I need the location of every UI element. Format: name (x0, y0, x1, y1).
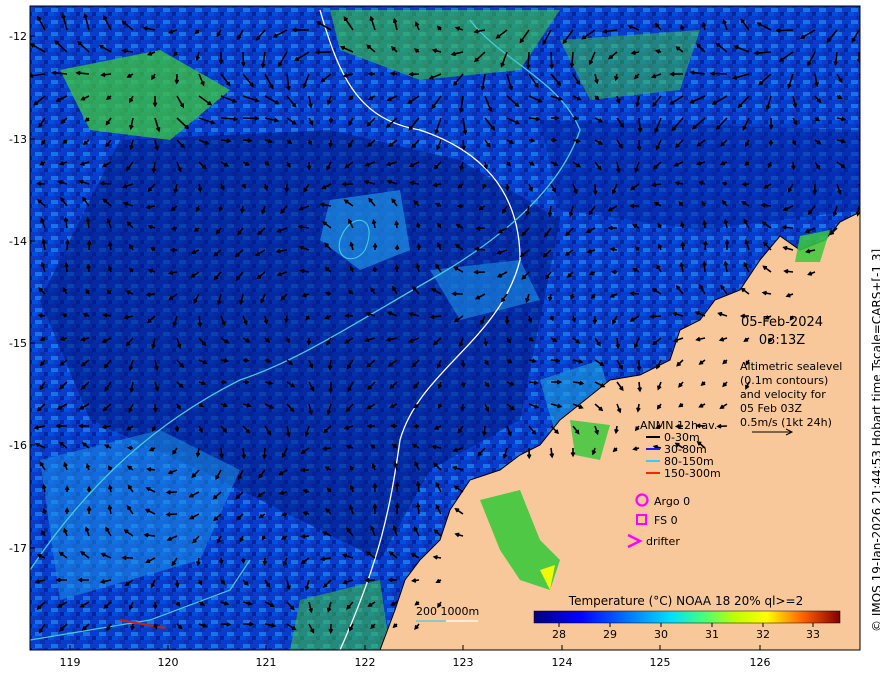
y-tick-label: -13 (9, 133, 27, 146)
velocity-arrow (85, 288, 90, 295)
colorbar-tick-label: 30 (654, 628, 668, 641)
velocity-arrow (173, 51, 178, 57)
fs-label: FS 0 (654, 514, 678, 527)
velocity-arrow (392, 623, 398, 629)
desc-line-4: 05 Feb 03Z (740, 402, 802, 415)
velocity-arrow (590, 293, 596, 300)
x-tick-label: 120 (158, 656, 179, 669)
colorbar-tick-label: 32 (756, 628, 770, 641)
map-time: 03:13Z (759, 333, 805, 348)
velocity-arrow (634, 425, 640, 432)
desc-line-2: (0.1m contours) (740, 374, 828, 387)
velocity-arrow (657, 222, 662, 229)
velocity-arrow (326, 487, 332, 493)
map-date: 05-Feb-2024 (741, 315, 823, 330)
colorbar-title: Temperature (°C) NOAA 18 20% ql>=2 (568, 594, 803, 608)
velocity-arrow (437, 403, 443, 409)
y-tick-label: -17 (9, 542, 27, 555)
x-tick-label: 123 (453, 656, 474, 669)
velocity-arrow (700, 381, 706, 386)
x-tick-label: 126 (750, 656, 771, 669)
y-tick-label: -14 (9, 235, 27, 248)
velocity-arrow (528, 337, 534, 342)
x-tick-label: 121 (256, 656, 277, 669)
x-tick-label: 124 (552, 656, 573, 669)
colorbar (533, 610, 841, 624)
x-tick-label: 125 (650, 656, 671, 669)
cool-water-region (540, 120, 860, 230)
velocity-arrow (349, 465, 355, 471)
y-tick-label: -15 (9, 337, 27, 350)
velocity-arrow (413, 48, 420, 53)
velocity-arrow (634, 246, 640, 251)
desc-line-3: and velocity for (740, 388, 826, 401)
velocity-arrow (286, 139, 293, 145)
colorbar-tick-label: 28 (552, 628, 566, 641)
credit-text-container: © IMOS 19-Jan-2026 21:44:53 Hobart time … (870, 249, 880, 632)
colorbar-tick-label: 29 (603, 628, 617, 641)
velocity-arrow (129, 267, 134, 273)
velocity-arrow (264, 161, 270, 166)
argo-label: Argo 0 (654, 495, 690, 508)
colorbar-tick-label: 31 (705, 628, 719, 641)
desc-line-5: 0.5m/s (1kt 24h) (740, 416, 832, 429)
svg-text:150-300m: 150-300m (664, 467, 721, 480)
x-tick-label: 119 (60, 656, 81, 669)
velocity-arrow (62, 139, 68, 145)
velocity-arrow (370, 444, 376, 449)
y-tick-label: -16 (9, 439, 27, 452)
velocity-arrow (814, 116, 821, 122)
x-tick-label: 122 (355, 656, 376, 669)
velocity-arrow (40, 139, 46, 146)
velocity-arrow (612, 447, 618, 453)
velocity-arrow (305, 315, 310, 321)
velocity-arrow (436, 25, 442, 31)
credit-text: © IMOS 19-Jan-2026 21:44:53 Hobart time … (870, 249, 880, 632)
velocity-arrow (484, 359, 489, 366)
colorbar-tick-label: 33 (806, 628, 820, 641)
velocity-arrow (84, 117, 90, 123)
bathy-legend-label: 200 1000m (416, 605, 479, 618)
velocity-arrow (105, 95, 112, 101)
desc-line-1: Altimetric sealevel (740, 360, 842, 373)
velocity-arrow (506, 161, 511, 167)
velocity-arrow (261, 535, 267, 541)
velocity-arrow (744, 161, 750, 166)
velocity-arrow (678, 402, 684, 408)
sst-map-figure: 119 120 121 122 123 124 125 126 -12 -13 -14 -15 -16… (9, 5, 861, 669)
velocity-arrow (175, 601, 181, 607)
velocity-arrow (198, 402, 204, 408)
velocity-arrow (701, 200, 706, 207)
drifter-label: drifter (646, 535, 680, 548)
y-tick-label: -12 (9, 30, 27, 43)
velocity-arrow (194, 29, 200, 35)
